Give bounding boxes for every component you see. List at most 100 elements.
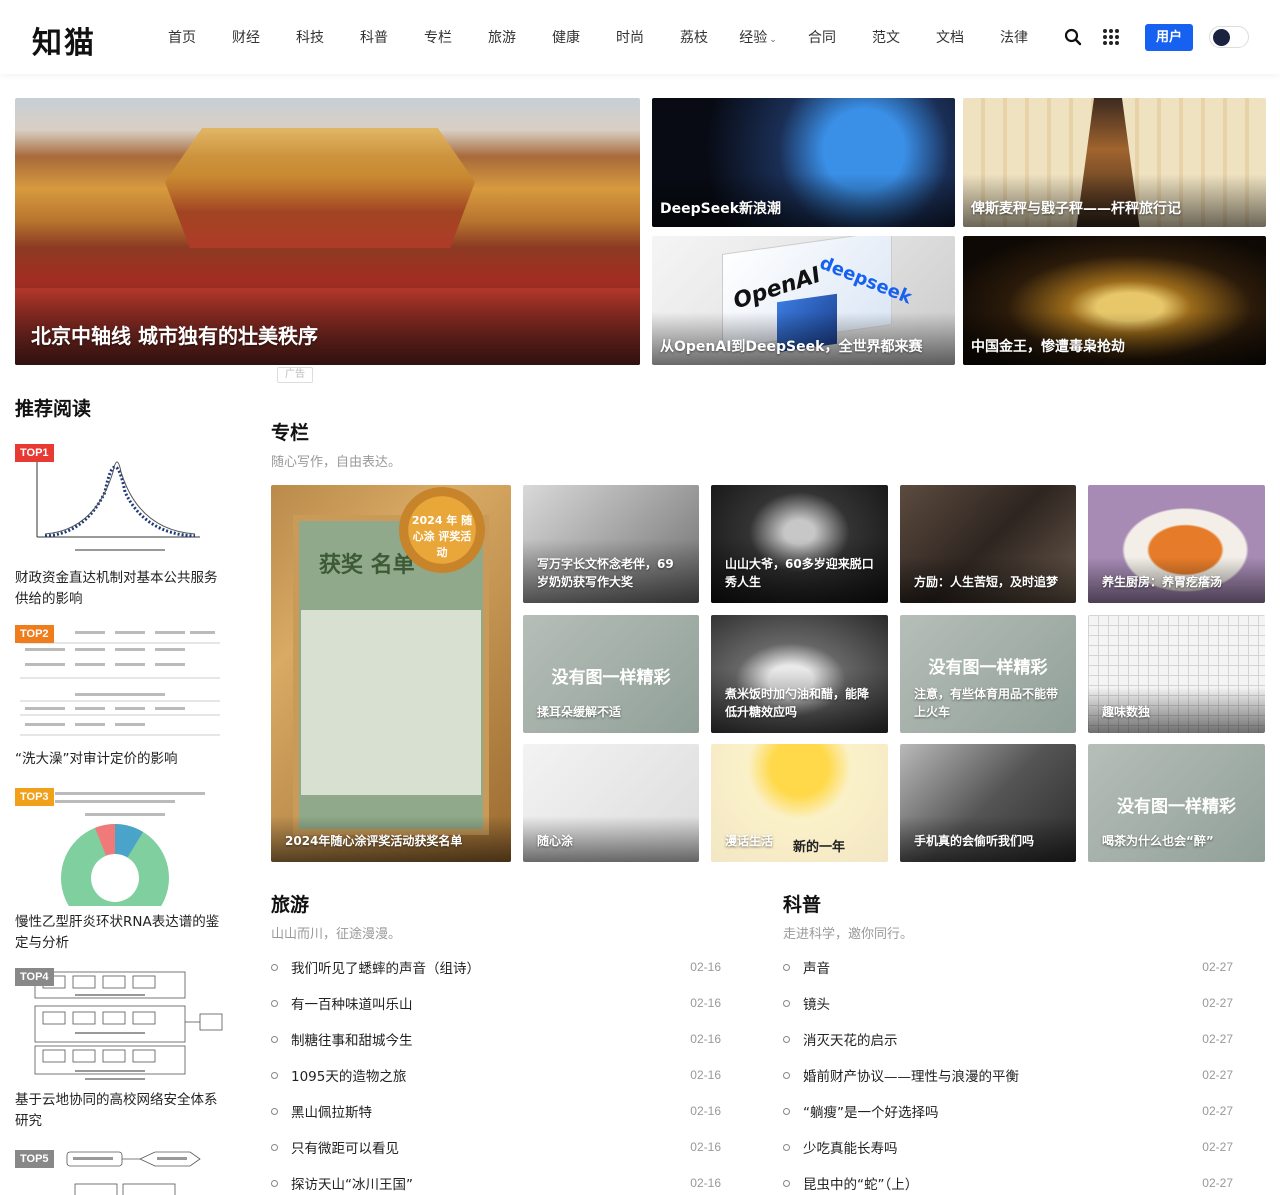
column-section-subtitle: 随心写作，自由表达。	[271, 455, 402, 470]
hero-tile-caption: DeepSeek新浪潮	[652, 174, 955, 227]
list-item[interactable]: 探访天山“冰川王国” 02-16	[271, 1172, 721, 1194]
sidebar-item-title: “洗大澡”对审计定价的影响	[15, 751, 178, 767]
site-header: 知猫 首页 财经 科技 科普 专栏 旅游 健康 时尚 荔枝 经验 ⌄ 合同 范文 …	[0, 0, 1280, 74]
list-item-title: “躺瘦”是一个好选择吗	[803, 1105, 939, 1121]
list-item-date: 02-27	[1202, 996, 1233, 1010]
list-item[interactable]: 声音 02-27	[783, 956, 1233, 978]
list-item-date: 02-16	[690, 1104, 721, 1118]
column-card-caption: 喝茶为什么也会“醉”	[1102, 834, 1214, 848]
column-card-caption: 漫话生活	[725, 834, 774, 848]
sidebar-item[interactable]: TOP3 慢性乙型肝炎环状RNA表达谱的鉴定与分析	[15, 786, 225, 954]
sidebar-item[interactable]: TOP2 “洗大澡”对审计定价的影响	[15, 623, 225, 770]
column-card[interactable]: 趣味数独	[1088, 615, 1265, 733]
list-item[interactable]: 镜头 02-27	[783, 992, 1233, 1014]
nav-contract[interactable]: 合同	[790, 27, 854, 47]
no-image-placeholder: 没有图一样精彩	[1117, 797, 1236, 817]
hero-tile-gold[interactable]: 中国金王，惨遭毒枭抢劫	[963, 236, 1266, 365]
list-item[interactable]: 制糖往事和甜城今生 02-16	[271, 1028, 721, 1050]
hero-tile-caption: 从OpenAI到DeepSeek，全世界都来赛	[652, 312, 955, 365]
list-item-date: 02-16	[690, 996, 721, 1010]
bullet-icon	[271, 1071, 278, 1079]
list-item[interactable]: “躺瘦”是一个好选择吗 02-27	[783, 1100, 1233, 1122]
travel-section-title: 旅游	[271, 894, 310, 916]
search-icon[interactable]	[1064, 28, 1082, 46]
column-card-caption: 煮米饭时加勺油和醋，能降低升糖效应吗	[711, 669, 888, 733]
hero-tile-scale[interactable]: 俾斯麦秤与戥子秤——杆秤旅行记	[963, 98, 1266, 227]
hero-tile-caption: 中国金王，惨遭毒枭抢劫	[963, 312, 1266, 365]
nav-health[interactable]: 健康	[534, 27, 598, 47]
bullet-icon	[271, 963, 278, 971]
nav-docs[interactable]: 文档	[918, 27, 982, 47]
list-item-date: 02-27	[1202, 1032, 1233, 1046]
nav-finance[interactable]: 财经	[214, 27, 278, 47]
list-item[interactable]: 1095天的造物之旅 02-16	[271, 1064, 721, 1086]
nav-essay[interactable]: 范文	[854, 27, 918, 47]
nav-column[interactable]: 专栏	[406, 27, 470, 47]
sidebar-item-title: 基于云地协同的高校网络安全体系研究	[15, 1092, 218, 1129]
column-card-caption: 揉耳朵缓解不适	[537, 705, 622, 719]
nav-experience-label: 经验	[739, 30, 768, 46]
sidebar-item[interactable]: TOP4 基于云地协同的高校网络安全体系研究	[15, 966, 225, 1132]
bullet-icon	[271, 1107, 278, 1115]
list-item-date: 02-27	[1202, 1176, 1233, 1190]
list-item[interactable]: 少吃真能长寿吗 02-27	[783, 1136, 1233, 1158]
list-item-title: 黑山佩拉斯特	[291, 1105, 372, 1121]
list-item[interactable]: 只有微距可以看见 02-16	[271, 1136, 721, 1158]
sidebar-item[interactable]: TOP1 财政资金直达机制对基本公共服务供给的影响	[15, 442, 225, 610]
column-card-caption: 写万字长文怀念老伴，69岁奶奶获写作大奖	[523, 539, 699, 603]
apps-grid-icon[interactable]	[1103, 29, 1119, 45]
theme-toggle[interactable]	[1209, 26, 1249, 48]
nav-law[interactable]: 法律	[982, 27, 1046, 47]
column-card[interactable]: 方励：人生苦短，及时追梦	[900, 485, 1076, 603]
nav-home[interactable]: 首页	[150, 27, 214, 47]
list-item[interactable]: 消灭天花的启示 02-27	[783, 1028, 1233, 1050]
hero-tile-openai[interactable]: OpenAI deepseek 从OpenAI到DeepSeek，全世界都来赛	[652, 236, 955, 365]
award-paper-image	[301, 610, 481, 795]
top-badge: TOP2	[15, 625, 54, 643]
list-item-date: 02-27	[1202, 1068, 1233, 1082]
column-card[interactable]: 养生厨房：养胃疙瘩汤	[1088, 485, 1265, 603]
hero-tile-deepseek[interactable]: DeepSeek新浪潮	[652, 98, 955, 227]
column-card[interactable]: 山山大爷，60多岁迎来脱口秀人生	[711, 485, 888, 603]
nav-lizhi[interactable]: 荔枝	[662, 27, 726, 47]
user-button[interactable]: 用户	[1145, 24, 1193, 51]
bullet-icon	[271, 999, 278, 1007]
nav-travel[interactable]: 旅游	[470, 27, 534, 47]
list-item[interactable]: 婚前财产协议——理性与浪漫的平衡 02-27	[783, 1064, 1233, 1086]
award-seal-text: 2024 年 随心涂 评奖活动	[411, 514, 473, 559]
column-card[interactable]: 煮米饭时加勺油和醋，能降低升糖效应吗	[711, 615, 888, 733]
sidebar-item[interactable]: TOP5	[15, 1148, 225, 1195]
bullet-icon	[783, 1035, 790, 1043]
main-nav: 首页 财经 科技 科普 专栏 旅游 健康 时尚 荔枝 经验 ⌄ 合同 范文 文档 …	[150, 0, 1046, 74]
nav-tech[interactable]: 科技	[278, 27, 342, 47]
hero-tile-caption: 俾斯麦秤与戥子秤——杆秤旅行记	[963, 174, 1266, 227]
column-card[interactable]: 没有图一样精彩 喝茶为什么也会“醉”	[1088, 744, 1265, 862]
sidebar-title: 推荐阅读	[15, 398, 92, 420]
list-item-title: 镜头	[803, 997, 830, 1013]
column-card[interactable]: 没有图一样精彩 揉耳朵缓解不适	[523, 615, 699, 733]
list-item[interactable]: 有一百种味道叫乐山 02-16	[271, 992, 721, 1014]
award-heading-art: 获奖 名单	[319, 553, 415, 578]
sidebar-thumbnail: TOP4	[15, 966, 225, 1084]
column-card[interactable]: 随心涂	[523, 744, 699, 862]
column-card[interactable]: 新的一年 漫话生活	[711, 744, 888, 862]
bullet-icon	[783, 999, 790, 1007]
column-card[interactable]: 没有图一样精彩 注意，有些体育用品不能带上火车	[900, 615, 1076, 733]
list-item-title: 有一百种味道叫乐山	[291, 997, 413, 1013]
column-card[interactable]: 手机真的会偷听我们吗	[900, 744, 1076, 862]
bullet-icon	[783, 1107, 790, 1115]
site-logo[interactable]: 知猫	[32, 18, 96, 62]
list-item[interactable]: 昆虫中的“蛇”（上） 02-27	[783, 1172, 1233, 1194]
hero-main-card[interactable]: 北京中轴线 城市独有的壮美秩序	[15, 98, 640, 365]
nav-fashion[interactable]: 时尚	[598, 27, 662, 47]
chevron-down-icon: ⌄	[769, 35, 777, 45]
column-card[interactable]: 写万字长文怀念老伴，69岁奶奶获写作大奖	[523, 485, 699, 603]
list-item[interactable]: 我们听见了蟋蟀的声音（组诗） 02-16	[271, 956, 721, 978]
nav-experience[interactable]: 经验 ⌄	[726, 27, 790, 47]
column-feature-card[interactable]: 获奖 名单 2024 年 随心涂 评奖活动 2024年随心涂评奖活动获奖名单	[271, 485, 511, 862]
list-item[interactable]: 黑山佩拉斯特 02-16	[271, 1100, 721, 1122]
column-card-caption: 方励：人生苦短，及时追梦	[900, 557, 1076, 603]
nav-science[interactable]: 科普	[342, 27, 406, 47]
column-card-caption: 山山大爷，60多岁迎来脱口秀人生	[711, 539, 888, 603]
list-item-title: 我们听见了蟋蟀的声音（组诗）	[291, 961, 480, 977]
